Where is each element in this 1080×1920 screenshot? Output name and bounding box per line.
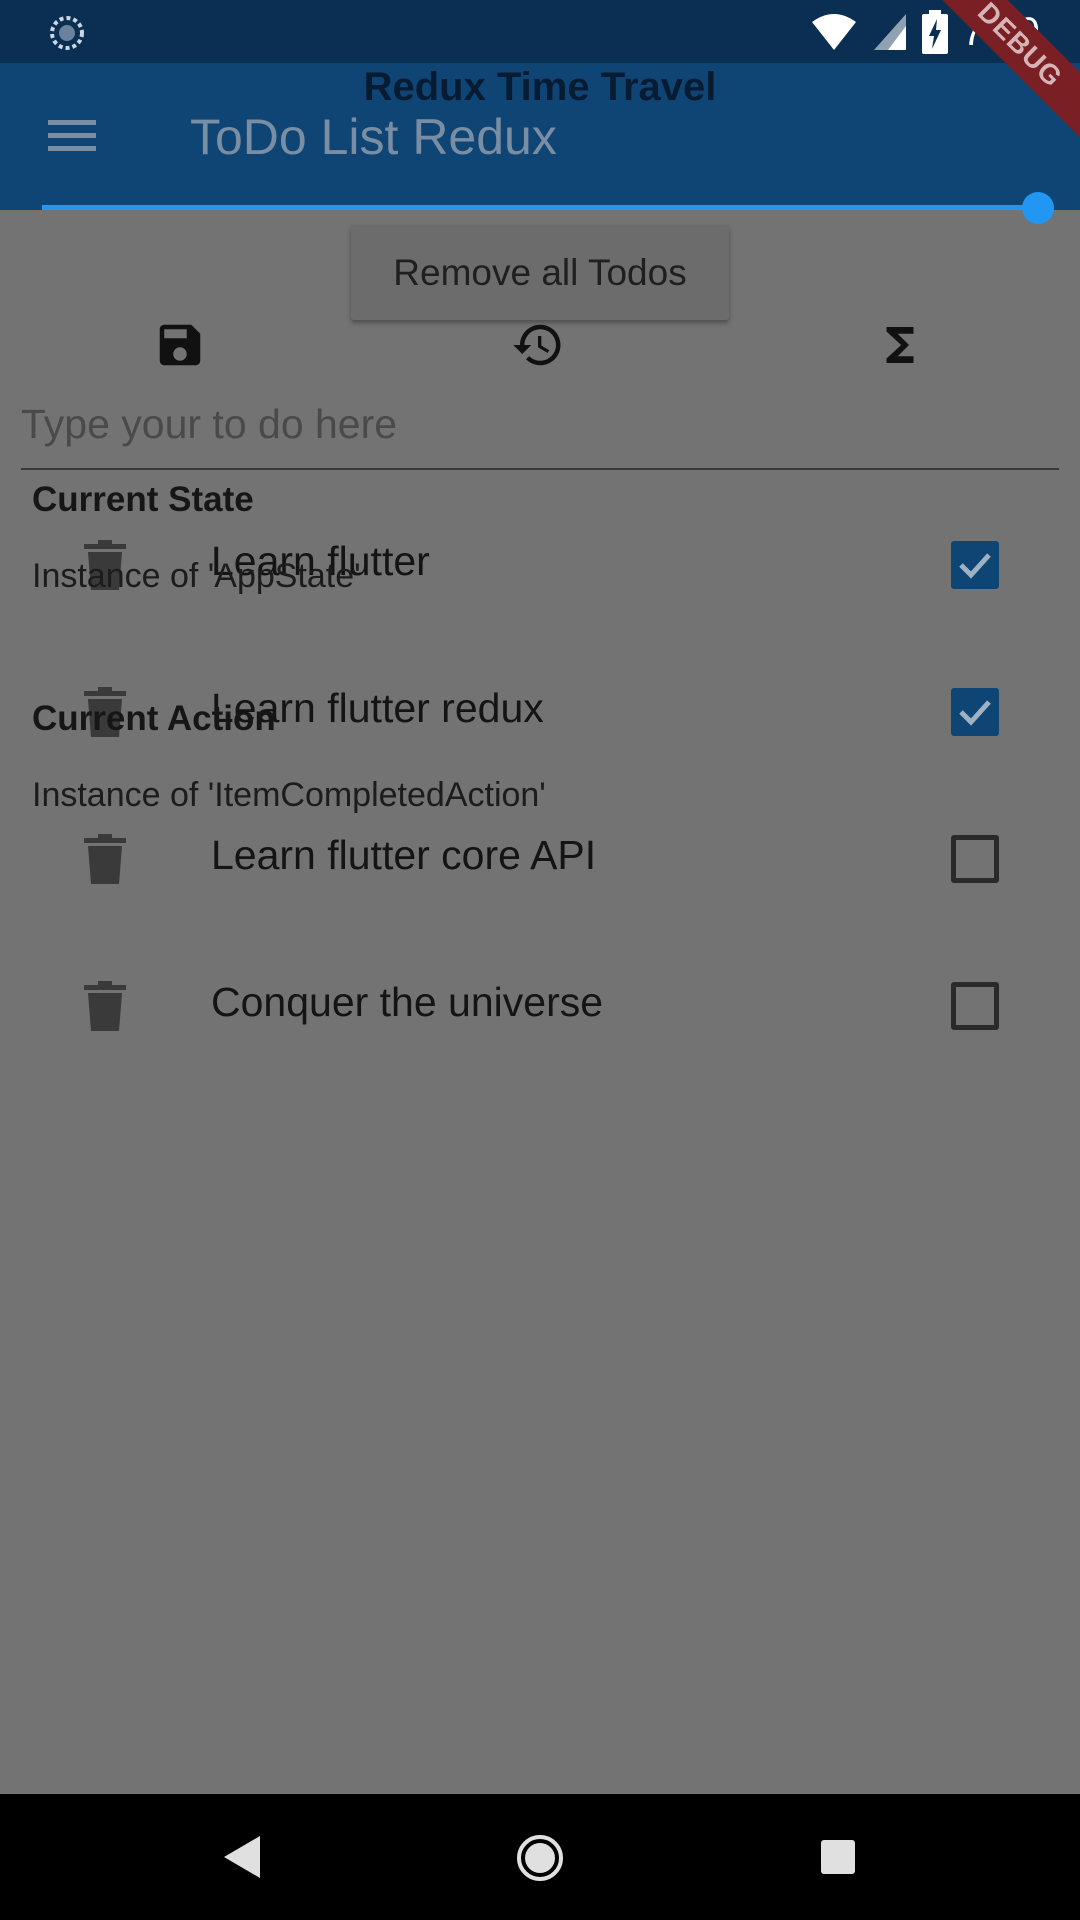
current-action-value: Instance of 'ItemCompletedAction' [32, 776, 546, 814]
battery-charging-icon [922, 10, 949, 54]
check-icon [959, 700, 991, 726]
sigma-icon[interactable] [873, 318, 927, 372]
current-action-heading: Current Action [32, 699, 276, 738]
todo-checkbox[interactable] [951, 688, 999, 736]
wifi-icon [812, 14, 857, 50]
status-bar: 7:49 [0, 0, 1080, 63]
todo-checkbox[interactable] [951, 541, 999, 589]
todo-checkbox[interactable] [951, 982, 999, 1030]
trash-icon[interactable] [84, 834, 126, 884]
save-icon[interactable] [153, 318, 207, 372]
current-state-heading: Current State [32, 480, 254, 519]
todo-label: Conquer the universe [211, 979, 604, 1025]
time-travel-title: Redux Time Travel [363, 65, 717, 109]
todo-checkbox[interactable] [951, 835, 999, 883]
time-travel-slider-track[interactable] [42, 205, 1038, 210]
todo-input[interactable] [21, 380, 1059, 470]
recent-apps-icon[interactable] [821, 1840, 855, 1874]
back-icon[interactable] [222, 1834, 262, 1880]
remove-all-todos-button[interactable]: Remove all Todos [351, 225, 729, 320]
history-icon[interactable] [511, 318, 565, 372]
current-state-value: Instance of 'AppState' [32, 557, 361, 595]
signal-icon [874, 14, 907, 50]
check-icon [959, 553, 991, 579]
todo-item: Conquer the universe [0, 932, 1080, 1079]
app-bar: Redux Time Travel ToDo List Redux [0, 63, 1080, 210]
navigation-bar [0, 1794, 1080, 1920]
time-travel-slider-thumb[interactable] [1022, 192, 1054, 224]
home-icon[interactable] [516, 1834, 564, 1882]
page-title: ToDo List Redux [190, 109, 557, 165]
sync-icon [50, 16, 84, 50]
todo-label: Learn flutter core API [211, 832, 597, 878]
menu-icon[interactable] [48, 116, 98, 156]
trash-icon[interactable] [84, 981, 126, 1031]
